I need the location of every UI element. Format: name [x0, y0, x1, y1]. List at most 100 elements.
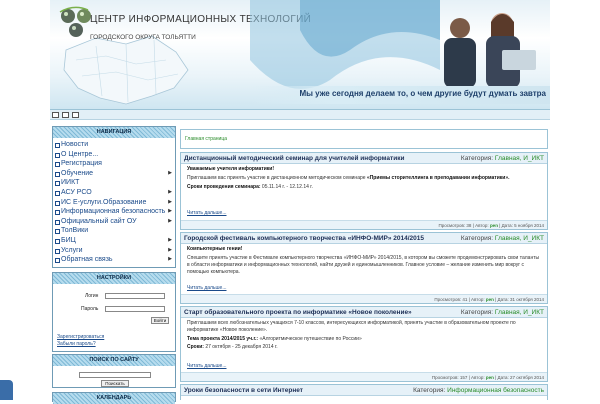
article-category: Категория: Главная, И_ИКТ	[460, 309, 544, 316]
chevron-right-icon: ▶	[168, 188, 172, 195]
article-date: Дата: 31 октября 2014	[497, 297, 544, 302]
article-dates-label: Сроки проведения семинара:	[187, 184, 261, 190]
top-toolbar	[50, 110, 550, 120]
sidebar: НАВИГАЦИЯ Новости О Центре... Регистраци…	[52, 126, 176, 404]
forgot-password-link[interactable]: Забыли пароль?	[57, 341, 96, 347]
sidebar-item-e-services[interactable]: ИС Е-услуги.Образование ▶	[53, 198, 175, 208]
chevron-right-icon: ▶	[168, 246, 172, 253]
article-body: Уважаемые учителя информатики! Приглашае…	[181, 164, 547, 193]
nav-list: Новости О Центре... Регистрация Обучение…	[53, 138, 175, 265]
sidebar-item-official-site[interactable]: Официальный сайт ОУ ▶	[53, 217, 175, 227]
article-greeting: Уважаемые учителя информатики!	[187, 166, 275, 172]
article-body: Компьютерные гении! Спешите принять учас…	[181, 244, 547, 278]
article-text: Приглашаем вас принять участие в дистанц…	[187, 175, 366, 181]
sidebar-item-infosec[interactable]: Информационная безопасность ▶	[53, 207, 175, 217]
doc-icon[interactable]	[72, 112, 79, 118]
site-slogan: Мы уже сегодня делаем то, о чем другие б…	[299, 89, 546, 98]
register-link[interactable]: Зарегистрироваться	[57, 334, 104, 340]
article-dates: 27 октября - 25 декабря 2014 г.	[205, 344, 278, 350]
article-footer: Просмотров: 157 | Автор: pen | Дата: 27 …	[181, 372, 547, 381]
article-greeting: Компьютерные гении!	[187, 246, 243, 252]
sidebar-item-tolwiki[interactable]: ТолВики	[53, 226, 175, 236]
sidebar-item-asu-rso[interactable]: АСУ РСО ▶	[53, 188, 175, 198]
article-text: Спешите принять участие в Фестивале комп…	[187, 255, 540, 275]
chevron-right-icon: ▶	[168, 208, 172, 215]
nav-block-title: НАВИГАЦИЯ	[53, 127, 175, 138]
article-theme-label: Тема проекта 2014/2015 уч.г.:	[187, 336, 259, 342]
breadcrumb[interactable]: Главная страница	[185, 136, 227, 142]
article-text: Приглашаем всех любознательных учащихся …	[187, 320, 516, 333]
article-body: Приглашаем всех любознательных учащихся …	[181, 318, 547, 353]
sidebar-item-feedback[interactable]: Обратная связь ▶	[53, 255, 175, 265]
site-subtitle: ГОРОДСКОГО ОКРУГА ТОЛЬЯТТИ	[90, 34, 196, 41]
article-category: Категория: Главная, И_ИКТ	[460, 155, 544, 162]
article-views: Просмотров: 38	[438, 223, 472, 228]
search-block-title: ПОИСК ПО САЙТУ	[53, 355, 175, 366]
article-footer: Просмотров: 41 | Автор: pen | Дата: 31 о…	[181, 294, 547, 303]
breadcrumb-box: Главная страница	[180, 129, 548, 149]
slogan-bar: Мы уже сегодня делаем то, о чем другие б…	[250, 86, 550, 104]
chevron-right-icon: ▶	[168, 236, 172, 243]
article-header: Городской фестиваль компьютерного творче…	[181, 233, 547, 244]
settings-block: НАСТРОЙКИ Логин Пароль Войти Зарегистрир…	[52, 272, 176, 352]
article-card: Уроки безопасности в сети Интернет Катег…	[180, 384, 548, 400]
article-author[interactable]: pen	[490, 223, 498, 228]
sidebar-item-education[interactable]: Обучение ▶	[53, 169, 175, 179]
article-title[interactable]: Уроки безопасности в сети Интернет	[184, 387, 303, 394]
read-more-link[interactable]: Читать дальше...	[187, 285, 227, 291]
side-feedback-tab[interactable]	[0, 380, 13, 400]
calendar-block: КАЛЕНДАРЬ	[52, 392, 176, 404]
article-theme: «Алгоритмическое путешествие по России»	[259, 336, 362, 342]
chevron-right-icon: ▶	[168, 256, 172, 263]
article-views: Просмотров: 41	[434, 297, 468, 302]
article-author[interactable]: pen	[486, 297, 494, 302]
nav-block: НАВИГАЦИЯ Новости О Центре... Регистраци…	[52, 126, 176, 268]
article-card: Старт образовательного проекта по информ…	[180, 306, 548, 382]
settings-block-title: НАСТРОЙКИ	[53, 273, 175, 284]
article-highlight: «Приемы сторителлинга в преподавании инф…	[366, 175, 510, 181]
article-title[interactable]: Дистанционный методический семинар для у…	[184, 155, 404, 162]
search-block: ПОИСК ПО САЙТУ Поискать	[52, 354, 176, 388]
site-header: ЦЕНТР ИНФОРМАЦИОННЫХ ТЕХНОЛОГИЙ ГОРОДСКО…	[50, 0, 550, 110]
article-header: Дистанционный методический семинар для у…	[181, 153, 547, 164]
article-category: Категория: Главная, И_ИКТ	[460, 235, 544, 242]
password-label: Пароль	[81, 306, 99, 312]
article-header: Старт образовательного проекта по информ…	[181, 307, 547, 318]
login-label: Логин	[85, 293, 99, 299]
article-card: Дистанционный методический семинар для у…	[180, 152, 548, 230]
article-dates-label: Сроки:	[187, 344, 204, 350]
article-date: Дата: 27 октября 2014	[497, 375, 544, 380]
article-title[interactable]: Старт образовательного проекта по информ…	[184, 309, 412, 316]
main-content: Главная страница Дистанционный методичес…	[180, 126, 548, 400]
article-views: Просмотров: 157	[431, 375, 468, 380]
home-icon[interactable]	[52, 112, 59, 118]
article-author[interactable]: pen	[486, 375, 494, 380]
article-header: Уроки безопасности в сети Интернет Катег…	[181, 385, 547, 396]
login-button[interactable]: Войти	[151, 317, 169, 324]
search-input[interactable]	[79, 372, 151, 378]
article-category: Категория: Информационная безопасность	[413, 387, 544, 394]
chevron-right-icon: ▶	[168, 198, 172, 205]
chevron-right-icon: ▶	[168, 169, 172, 176]
sidebar-item-bic[interactable]: БИЦ ▶	[53, 236, 175, 246]
article-card: Городской фестиваль компьютерного творче…	[180, 232, 548, 304]
sidebar-item-about[interactable]: О Центре...	[53, 150, 175, 160]
article-date: Дата: 5 ноября 2014	[501, 223, 544, 228]
sidebar-item-news[interactable]: Новости	[53, 140, 175, 150]
calendar-block-title: КАЛЕНДАРЬ	[53, 393, 175, 404]
search-button[interactable]: Поискать	[101, 380, 129, 387]
chevron-right-icon: ▶	[168, 217, 172, 224]
page-wrapper: ЦЕНТР ИНФОРМАЦИОННЫХ ТЕХНОЛОГИЙ ГОРОДСКО…	[50, 0, 550, 404]
article-dates: 05.11.14 г. - 12.12.14 г.	[261, 184, 313, 190]
read-more-link[interactable]: Читать дальше...	[187, 363, 227, 369]
print-icon[interactable]	[62, 112, 69, 118]
sidebar-item-registration[interactable]: Регистрация	[53, 159, 175, 169]
article-footer: Просмотров: 38 | Автор: pen | Дата: 5 но…	[181, 220, 547, 229]
sidebar-item-services[interactable]: Услуги ▶	[53, 246, 175, 256]
sidebar-item-iikt[interactable]: ИИКТ	[53, 178, 175, 188]
read-more-link[interactable]: Читать дальше...	[187, 210, 227, 216]
page-left-margin	[0, 0, 50, 400]
article-title[interactable]: Городской фестиваль компьютерного творче…	[184, 235, 424, 242]
password-input[interactable]	[105, 306, 165, 312]
login-input[interactable]	[105, 293, 165, 299]
